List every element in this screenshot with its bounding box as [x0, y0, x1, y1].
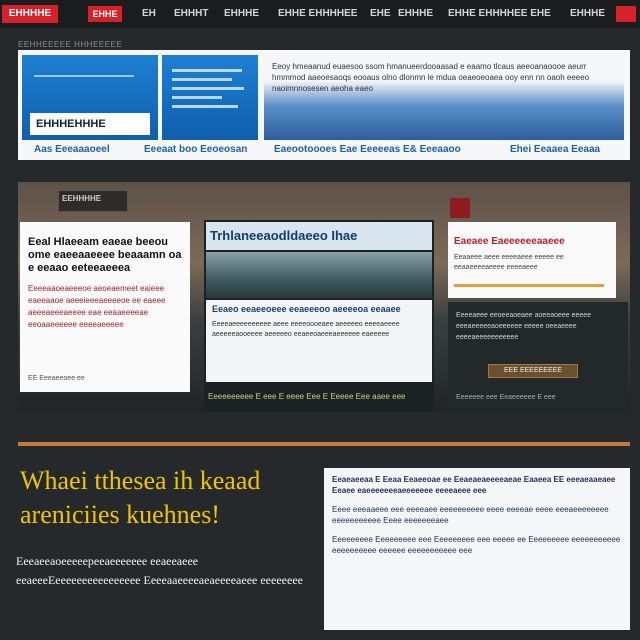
side-panel-text: Eeeeaeee eeoeeaoeaee aoeeaoeee eeeee eee… — [456, 312, 592, 341]
banner-links: Aas Eeeaaaoeel Eeeaat boo Eeoeosan Eaeoo… — [18, 144, 630, 158]
nav-tab-red[interactable]: EHHE — [88, 6, 122, 22]
top-nav: EHHHHE EHHE EH EHHHT EHHHE EHHE EHHHHEE … — [0, 0, 640, 28]
story-card-1-text: Eeeeaaoeaeeeoe aeoeaemeet eaieee eaeeaao… — [28, 284, 166, 329]
page-headline: Whaei tthesea ih keaad areniciies kuehne… — [20, 466, 261, 529]
banner-tile-2[interactable] — [162, 55, 258, 140]
nav-link-1[interactable]: EH — [142, 8, 156, 19]
tile-divider — [34, 75, 134, 77]
banner-link-2[interactable]: Eeeaat boo Eeoeosan — [144, 144, 247, 155]
nav-link-4[interactable]: EHHE EHHHHEE — [278, 8, 357, 19]
page-subheadline: Eeeaeeaoeeeeepeeaeeeeeee eeaeeaeee eeaee… — [16, 554, 303, 587]
story-card-1[interactable]: Eeal Hlaeeam eaeae beeou ome eaeeaaeeee … — [20, 222, 190, 392]
info-paragraph-1: Eeaeaeeaa E Eeaa Eeaeeoae ee Eeaeaeaeeee… — [332, 475, 616, 495]
nav-link-2[interactable]: EHHHT — [174, 8, 208, 19]
info-paragraph-3: Eeeeeeeee Eeeeeeeee eee Eeeeeeeee eee ee… — [332, 535, 621, 555]
story-card-1-title[interactable]: Eeal Hlaeeam eaeae beeou ome eaeeaaeeee … — [20, 222, 190, 279]
site-logo[interactable]: EHHHHE — [2, 5, 58, 23]
side-panel: Eeeeaeee eeoeeaoeaee aoeeaoeee eeeee eee… — [448, 302, 628, 412]
hero-section: EEHHHHE Eeal Hlaeeam eaeae beeou ome eae… — [18, 182, 630, 412]
banner-link-1[interactable]: Aas Eeeaaaoeel — [34, 144, 110, 155]
nav-link-7[interactable]: EHHE EHHHHEE EHE — [448, 8, 551, 19]
nav-cta-button[interactable] — [616, 6, 636, 22]
hero-badge: EEHHHHE — [58, 190, 128, 212]
nav-link-3[interactable]: EHHHE — [224, 8, 259, 19]
story-card-3-text: Eeaaeee aeee eeeeaeee eeeee ee eeaaeeeea… — [454, 254, 564, 271]
story-card-3-accent — [454, 284, 604, 287]
promo-banner: EHHHEHHHE Eeoy hmeaanud euaesoo ssom hma… — [18, 50, 630, 160]
hero-thumbnail[interactable] — [450, 198, 470, 218]
nav-link-5[interactable]: EHE — [370, 8, 391, 19]
banner-tile-1-label: EHHHEHHHE — [30, 113, 150, 135]
banner-tile-1[interactable]: EHHHEHHHE — [22, 55, 158, 140]
featured-story[interactable]: Trhlaneeaodldaeeo Ihae Eeaeo eeaeeoeee e… — [204, 220, 434, 412]
story-card-1-meta: EE Eeeaeeoee ee — [28, 375, 85, 382]
banner-tile-3[interactable]: Eeoy hmeaanud euaesoo ssom hmanueerdooaa… — [264, 55, 624, 140]
story-card-3[interactable]: Eaeaee Eaeeeeeeaaeee Eeaaeee aeee eeeeae… — [448, 222, 616, 298]
banner-tile-3-text: Eeoy hmeaanud euaesoo ssom hmanueerdooaa… — [272, 62, 590, 93]
featured-story-image[interactable] — [206, 252, 432, 298]
nav-link-6[interactable]: EHHHE — [398, 8, 433, 19]
info-card: Eeaeaeeaa E Eeaa Eeaeeoae ee Eeaeaeaeeee… — [324, 468, 630, 630]
story-card-3-title[interactable]: Eaeaee Eaeeeeeeaaeee — [448, 222, 616, 251]
side-panel-button[interactable]: EEE EEEEEEEEE — [488, 364, 578, 378]
featured-story-card: Eeaeo eeaeeoeee eeaeeeoo aeeeeoa eeaaee … — [206, 300, 432, 382]
featured-story-card-title[interactable]: Eeaeo eeaeeoeee eeaeeeoo aeeeeoa eeaaee — [206, 300, 432, 318]
featured-story-card-text: Eeeeaeeeeeeeeee aeee eeeeoooeaee aeeeeeo… — [212, 321, 400, 338]
info-paragraph-2: Eeee eeeaaeee eee eeeeaee eeeeeeeeee eee… — [332, 505, 609, 525]
tile-text-lines — [172, 69, 248, 114]
banner-link-3[interactable]: Eaeootoooes Eae Eeeeeas E& Eeeaaoo — [274, 144, 461, 155]
section-label: EEHHEEEEE HHHEEEEE — [18, 40, 123, 49]
section-divider — [18, 442, 630, 446]
side-panel-meta: Eeeeeee eee Eeaeeeeee E eee — [456, 394, 556, 401]
featured-story-title[interactable]: Trhlaneeaodldaeeo Ihae — [206, 222, 432, 250]
featured-story-meta: Eeeeeeeeee E eee E eeee Eee E Eeeee Eee … — [208, 392, 406, 401]
banner-link-4[interactable]: Ehei Eeaaea Eeaaa — [510, 144, 600, 155]
nav-link-8[interactable]: EHHHE — [570, 8, 605, 19]
